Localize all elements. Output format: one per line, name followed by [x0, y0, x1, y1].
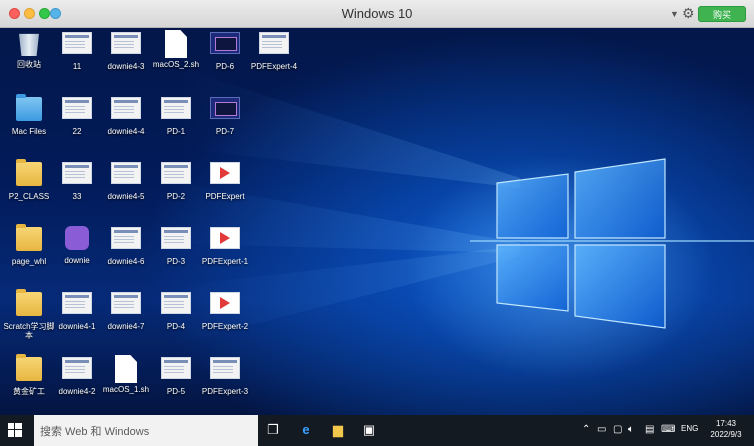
image-thumbnail-icon	[259, 32, 289, 58]
edge-browser-icon[interactable]: e	[298, 422, 314, 438]
windows-start-icon[interactable]	[8, 423, 22, 437]
image-thumbnail-icon	[62, 162, 92, 188]
image-thumbnail-icon	[210, 97, 240, 123]
image-thumbnail-icon	[62, 32, 92, 58]
desktop-icon-label: PDFExpert-3	[201, 387, 249, 396]
vm-window: Windows 10 ▼ ⚙ 购买 回收站 11 downie4-3 macOS…	[0, 0, 754, 446]
image-thumbnail-icon	[161, 97, 191, 123]
file-explorer-icon[interactable]: ▆	[330, 422, 346, 438]
desktop-icon[interactable]: PDFExpert	[196, 160, 254, 201]
chevron-up-icon[interactable]: ⌃	[582, 424, 590, 436]
clock-date: 2022/9/3	[710, 430, 742, 439]
image-thumbnail-icon	[210, 357, 240, 383]
image-thumbnail-icon	[210, 227, 240, 253]
folder-icon	[14, 289, 44, 318]
dropdown-arrow-icon[interactable]: ▼	[670, 9, 679, 19]
desktop-icon[interactable]: PDFExpert-1	[196, 225, 254, 266]
title-bar[interactable]: Windows 10 ▼ ⚙ 购买	[0, 0, 754, 28]
image-thumbnail-icon	[161, 162, 191, 188]
gear-icon[interactable]: ⚙	[682, 5, 695, 22]
folder-icon	[14, 224, 44, 253]
search-box[interactable]: 搜索 Web 和 Windows	[34, 415, 258, 446]
notification-icon[interactable]: ▤	[645, 424, 654, 436]
desktop-icon-label: PD-7	[215, 127, 235, 136]
image-thumbnail-icon	[161, 227, 191, 253]
desktop-icon[interactable]: PDFExpert-4	[245, 30, 303, 71]
desktop-icon[interactable]: PDFExpert-2	[196, 290, 254, 331]
desktop-icon-label: PDFExpert-2	[201, 322, 249, 331]
image-thumbnail-icon	[210, 292, 240, 318]
image-thumbnail-icon	[62, 97, 92, 123]
folder-icon	[14, 354, 44, 383]
keyboard-icon[interactable]: ⌨	[661, 424, 675, 436]
monitor-icon[interactable]: ▢	[613, 424, 622, 436]
image-thumbnail-icon	[62, 357, 92, 383]
window-title: Windows 10	[341, 6, 413, 21]
app-icon	[62, 226, 92, 252]
desktop-icon-label: PDFExpert-4	[250, 62, 298, 71]
desktop-icon-label: PDFExpert-1	[201, 257, 249, 266]
volume-icon[interactable]: 🔈︎	[628, 424, 634, 436]
clock[interactable]: 17:43 2022/9/3	[705, 418, 747, 440]
desktop[interactable]: 回收站 11 downie4-3 macOS_2.sh PD-6 PDFExpert-4 M…	[0, 28, 754, 415]
desktop-icon-label: PDFExpert	[205, 192, 245, 201]
image-thumbnail-icon	[111, 292, 141, 318]
taskbar: 搜索 Web 和 Windows ❐ e ▆ ▣ ⌃ ▭ ▢ 🔈︎ ▤ ⌨ EN…	[0, 415, 754, 446]
image-thumbnail-icon	[111, 162, 141, 188]
folder-icon	[14, 94, 44, 123]
store-icon[interactable]: ▣	[361, 422, 377, 438]
image-thumbnail-icon	[111, 227, 141, 253]
search-placeholder: 搜索 Web 和 Windows	[40, 426, 150, 438]
image-thumbnail-icon	[161, 357, 191, 383]
image-thumbnail-icon	[161, 292, 191, 318]
image-thumbnail-icon	[210, 32, 240, 58]
file-icon	[111, 355, 141, 383]
file-icon	[161, 30, 191, 58]
image-thumbnail-icon	[111, 32, 141, 58]
desktop-icon[interactable]: PD-7	[196, 95, 254, 136]
network-icon[interactable]: ▭	[597, 424, 606, 436]
image-thumbnail-icon	[111, 97, 141, 123]
clock-time: 17:43	[715, 419, 737, 428]
recycle-bin-icon	[14, 30, 44, 56]
image-thumbnail-icon	[62, 292, 92, 318]
buy-button[interactable]: 购买	[698, 6, 746, 22]
desktop-icon[interactable]: PDFExpert-3	[196, 355, 254, 396]
folder-icon	[14, 159, 44, 188]
language-indicator[interactable]: ENG	[681, 424, 698, 433]
task-view-icon[interactable]: ❐	[265, 422, 281, 438]
image-thumbnail-icon	[210, 162, 240, 188]
